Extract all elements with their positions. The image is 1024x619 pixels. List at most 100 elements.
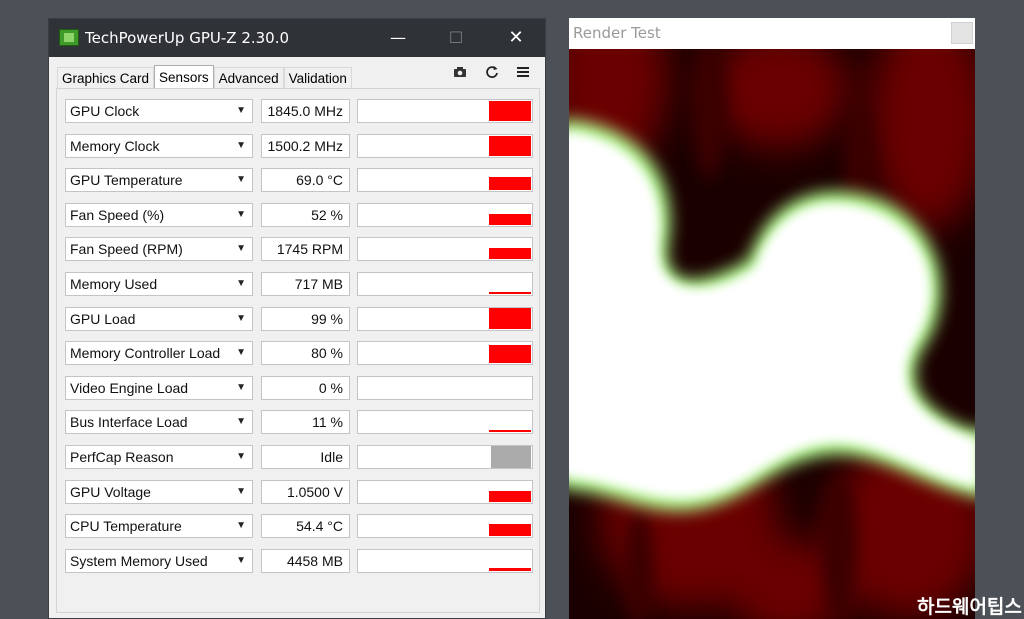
chevron-down-icon: ▼ bbox=[236, 416, 246, 428]
sensor-value: 0 % bbox=[261, 375, 350, 400]
sensor-value: 52 % bbox=[261, 202, 350, 227]
maximize-button[interactable]: ☐ bbox=[433, 19, 479, 57]
graph-fill bbox=[489, 213, 531, 225]
chevron-down-icon: ▼ bbox=[236, 208, 246, 220]
window-title: TechPowerUp GPU-Z 2.30.0 bbox=[85, 29, 290, 47]
sensor-row: GPU Load ▼ 99 % bbox=[65, 306, 535, 331]
graph-fill bbox=[489, 345, 531, 364]
sensor-selector[interactable]: Bus Interface Load ▼ bbox=[65, 410, 253, 435]
graph-fill bbox=[489, 177, 531, 191]
sensor-selector[interactable]: GPU Temperature ▼ bbox=[65, 168, 253, 193]
chevron-down-icon: ▼ bbox=[236, 381, 246, 393]
sensor-value: Idle bbox=[261, 445, 350, 469]
graph-fill bbox=[491, 446, 531, 468]
chevron-down-icon: ▼ bbox=[236, 139, 246, 151]
sensor-value: 717 MB bbox=[261, 272, 350, 296]
graph-fill bbox=[489, 430, 531, 433]
title-bar[interactable]: TechPowerUp GPU-Z 2.30.0 — ☐ ✕ bbox=[49, 19, 545, 57]
sensor-selector[interactable]: System Memory Used ▼ bbox=[65, 548, 253, 573]
sensor-row: Memory Used ▼ 717 MB bbox=[65, 272, 535, 296]
refresh-icon[interactable] bbox=[483, 65, 501, 83]
hamburger-menu-icon[interactable] bbox=[514, 65, 532, 83]
sensor-selector[interactable]: GPU Load ▼ bbox=[65, 306, 253, 331]
tab-validation[interactable]: Validation bbox=[283, 67, 352, 89]
sensor-selector[interactable]: Fan Speed (RPM) ▼ bbox=[65, 237, 253, 262]
fur-render-image bbox=[569, 49, 975, 619]
graph-fill bbox=[489, 292, 531, 294]
sensor-graph bbox=[357, 548, 533, 573]
tab-sensors[interactable]: Sensors bbox=[154, 65, 214, 89]
graph-fill bbox=[489, 567, 531, 571]
sensor-graph bbox=[357, 445, 533, 469]
sensor-value: 1500.2 MHz bbox=[261, 133, 350, 158]
sensor-row: Video Engine Load ▼ 0 % bbox=[65, 375, 535, 400]
graph-fill bbox=[489, 248, 531, 260]
sensor-row: CPU Temperature ▼ 54.4 °C bbox=[65, 514, 535, 539]
sensor-graph bbox=[357, 410, 533, 435]
chevron-down-icon: ▼ bbox=[236, 485, 246, 497]
tab-strip: Graphics Card Sensors Advanced Validatio… bbox=[57, 65, 352, 89]
graph-fill bbox=[489, 490, 531, 502]
chevron-down-icon: ▼ bbox=[236, 347, 246, 359]
sensor-value: 1845.0 MHz bbox=[261, 99, 350, 123]
sensor-value: 99 % bbox=[261, 306, 350, 331]
minimize-button[interactable]: — bbox=[375, 19, 421, 57]
camera-icon[interactable] bbox=[451, 65, 469, 83]
graph-fill bbox=[489, 524, 531, 537]
tab-advanced[interactable]: Advanced bbox=[213, 67, 284, 89]
render-canvas bbox=[569, 49, 975, 619]
sensor-selector[interactable]: Fan Speed (%) ▼ bbox=[65, 202, 253, 227]
chevron-down-icon: ▼ bbox=[236, 554, 246, 566]
watermark-text: 하드웨어팁스 bbox=[917, 596, 1022, 618]
chevron-down-icon: ▼ bbox=[236, 174, 246, 186]
sensor-row: PerfCap Reason ▼ Idle bbox=[65, 445, 535, 469]
sensor-graph bbox=[357, 514, 533, 539]
gpuz-window: TechPowerUp GPU-Z 2.30.0 — ☐ ✕ Graphics … bbox=[48, 18, 546, 619]
render-close-button[interactable] bbox=[951, 22, 973, 44]
chevron-down-icon: ▼ bbox=[236, 451, 246, 462]
close-button[interactable]: ✕ bbox=[493, 19, 539, 57]
sensor-row: GPU Voltage ▼ 1.0500 V bbox=[65, 479, 535, 504]
sensor-selector[interactable]: Memory Used ▼ bbox=[65, 272, 253, 296]
sensor-panel: GPU Clock ▼ 1845.0 MHz Memory Clock ▼ 1500… bbox=[56, 88, 540, 613]
sensor-row: System Memory Used ▼ 4458 MB bbox=[65, 548, 535, 573]
graph-fill bbox=[489, 101, 531, 121]
chevron-down-icon: ▼ bbox=[236, 520, 246, 532]
sensor-selector[interactable]: Memory Clock ▼ bbox=[65, 133, 253, 158]
sensor-graph bbox=[357, 479, 533, 504]
sensor-graph bbox=[357, 341, 533, 366]
sensor-value: 69.0 °C bbox=[261, 168, 350, 193]
tab-graphics-card[interactable]: Graphics Card bbox=[57, 67, 155, 89]
sensor-selector[interactable]: PerfCap Reason ▼ bbox=[65, 445, 253, 469]
sensor-value: 80 % bbox=[261, 341, 350, 366]
sensor-selector[interactable]: Memory Controller Load ▼ bbox=[65, 341, 253, 366]
sensor-graph bbox=[357, 306, 533, 331]
sensor-row: Memory Clock ▼ 1500.2 MHz bbox=[65, 133, 535, 158]
sensor-selector[interactable]: Video Engine Load ▼ bbox=[65, 375, 253, 400]
sensor-graph bbox=[357, 375, 533, 400]
chevron-down-icon: ▼ bbox=[236, 105, 246, 116]
sensor-row: Fan Speed (RPM) ▼ 1745 RPM bbox=[65, 237, 535, 262]
sensor-graph bbox=[357, 168, 533, 193]
sensor-row: GPU Temperature ▼ 69.0 °C bbox=[65, 168, 535, 193]
sensor-graph bbox=[357, 272, 533, 296]
render-test-window: Render Test bbox=[569, 18, 975, 619]
sensor-selector[interactable]: GPU Clock ▼ bbox=[65, 99, 253, 123]
sensor-graph bbox=[357, 237, 533, 262]
sensor-value: 4458 MB bbox=[261, 548, 350, 573]
sensor-graph bbox=[357, 99, 533, 123]
graph-fill bbox=[489, 307, 531, 329]
sensor-row: Memory Controller Load ▼ 80 % bbox=[65, 341, 535, 366]
sensor-graph bbox=[357, 202, 533, 227]
sensor-selector[interactable]: GPU Voltage ▼ bbox=[65, 479, 253, 504]
sensor-row: Fan Speed (%) ▼ 52 % bbox=[65, 202, 535, 227]
sensor-value: 11 % bbox=[261, 410, 350, 435]
sensor-graph bbox=[357, 133, 533, 158]
render-test-title[interactable]: Render Test bbox=[569, 18, 975, 49]
sensor-selector[interactable]: CPU Temperature ▼ bbox=[65, 514, 253, 539]
graph-fill bbox=[489, 135, 531, 156]
sensor-value: 1745 RPM bbox=[261, 237, 350, 262]
sensor-value: 54.4 °C bbox=[261, 514, 350, 539]
chevron-down-icon: ▼ bbox=[236, 312, 246, 324]
sensor-row: GPU Clock ▼ 1845.0 MHz bbox=[65, 99, 535, 123]
